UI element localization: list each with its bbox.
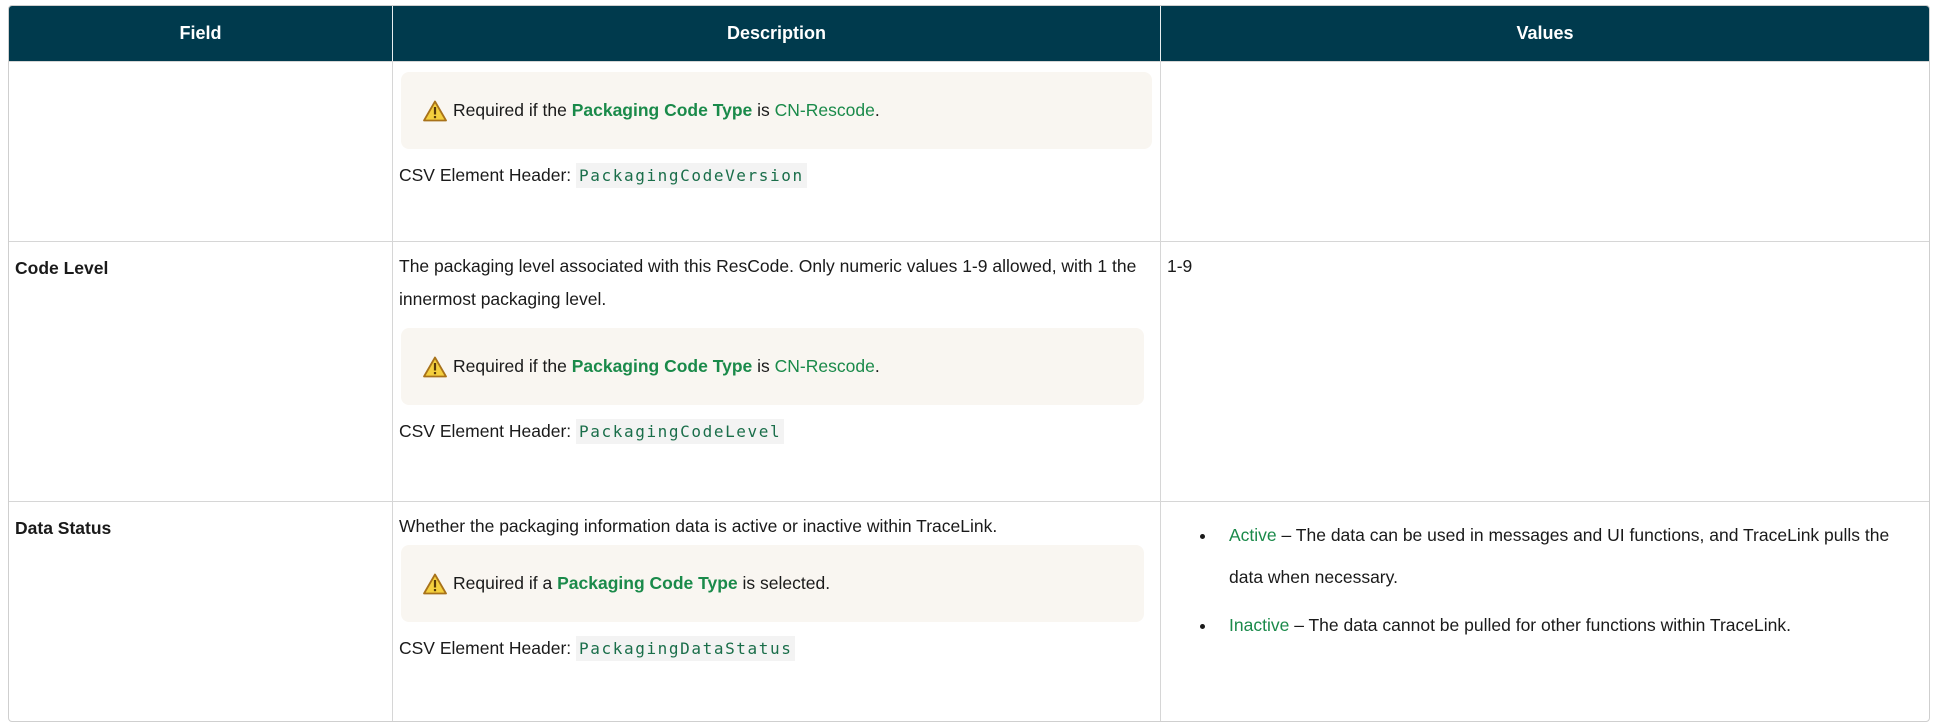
- list-item: Active – The data can be used in message…: [1217, 514, 1923, 598]
- packaging-fields-table: Field Description Values Required if the…: [8, 5, 1930, 722]
- description-cell: Whether the packaging information data i…: [393, 502, 1161, 721]
- packaging-code-type-link[interactable]: Packaging Code Type: [572, 100, 753, 120]
- column-header-description: Description: [393, 6, 1161, 61]
- csv-element-header: CSV Element Header: PackagingDataStatus: [399, 632, 1152, 665]
- field-name: Code Level: [9, 242, 393, 501]
- packaging-code-type-link[interactable]: Packaging Code Type: [572, 356, 753, 376]
- note-mid: is: [757, 100, 770, 120]
- description-text: The packaging level associated with this…: [399, 256, 1137, 309]
- field-name: [9, 62, 393, 241]
- csv-code: PackagingCodeVersion: [576, 163, 807, 188]
- required-note: Required if the Packaging Code Type is C…: [401, 328, 1144, 405]
- description-cell: The packaging level associated with this…: [393, 242, 1161, 501]
- csv-element-header: CSV Element Header: PackagingCodeLevel: [399, 415, 1152, 448]
- note-period: .: [874, 356, 880, 376]
- table-header: Field Description Values: [9, 6, 1929, 61]
- values-cell: 1-9: [1167, 256, 1193, 276]
- note-mid: is: [757, 356, 770, 376]
- list-item: Inactive – The data cannot be pulled for…: [1217, 604, 1923, 646]
- packaging-code-type-link[interactable]: Packaging Code Type: [557, 573, 738, 593]
- csv-label: CSV Element Header:: [399, 165, 572, 185]
- column-header-field: Field: [9, 6, 393, 61]
- field-name: Data Status: [9, 502, 393, 721]
- csv-code: PackagingCodeLevel: [576, 419, 785, 444]
- table-row: Code Level The packaging level associate…: [9, 241, 1929, 501]
- csv-label: CSV Element Header:: [399, 638, 572, 658]
- note-prefix: Required if the: [453, 100, 567, 120]
- value-term-inactive: Inactive: [1229, 615, 1290, 635]
- description-cell: Required if the Packaging Code Type is C…: [393, 62, 1161, 241]
- csv-code: PackagingDataStatus: [576, 636, 796, 661]
- values-list: Active – The data can be used in message…: [1167, 514, 1923, 646]
- note-suffix: is selected.: [742, 573, 831, 593]
- value-term-active: Active: [1229, 525, 1277, 545]
- warning-triangle-icon: [423, 573, 449, 595]
- cn-rescode-value: CN-Rescode: [774, 100, 875, 120]
- table-row: Data Status Whether the packaging inform…: [9, 501, 1929, 721]
- values-cell: Active – The data can be used in message…: [1161, 502, 1929, 721]
- cn-rescode-value: CN-Rescode: [774, 356, 875, 376]
- value-text: – The data cannot be pulled for other fu…: [1294, 615, 1791, 635]
- csv-element-header: CSV Element Header: PackagingCodeVersion: [393, 159, 1160, 192]
- warning-triangle-icon: [423, 100, 449, 122]
- description-text: Whether the packaging information data i…: [399, 516, 998, 536]
- note-prefix: Required if the: [453, 356, 567, 376]
- required-note: Required if a Packaging Code Type is sel…: [401, 545, 1144, 622]
- values-cell: [1161, 62, 1929, 241]
- value-text: – The data can be used in messages and U…: [1229, 525, 1890, 587]
- column-header-values: Values: [1516, 23, 1574, 43]
- note-period: .: [874, 100, 880, 120]
- csv-label: CSV Element Header:: [399, 421, 572, 441]
- note-prefix: Required if a: [453, 573, 553, 593]
- warning-triangle-icon: [423, 356, 449, 378]
- table-row: Required if the Packaging Code Type is C…: [9, 61, 1929, 241]
- required-note: Required if the Packaging Code Type is C…: [401, 72, 1152, 149]
